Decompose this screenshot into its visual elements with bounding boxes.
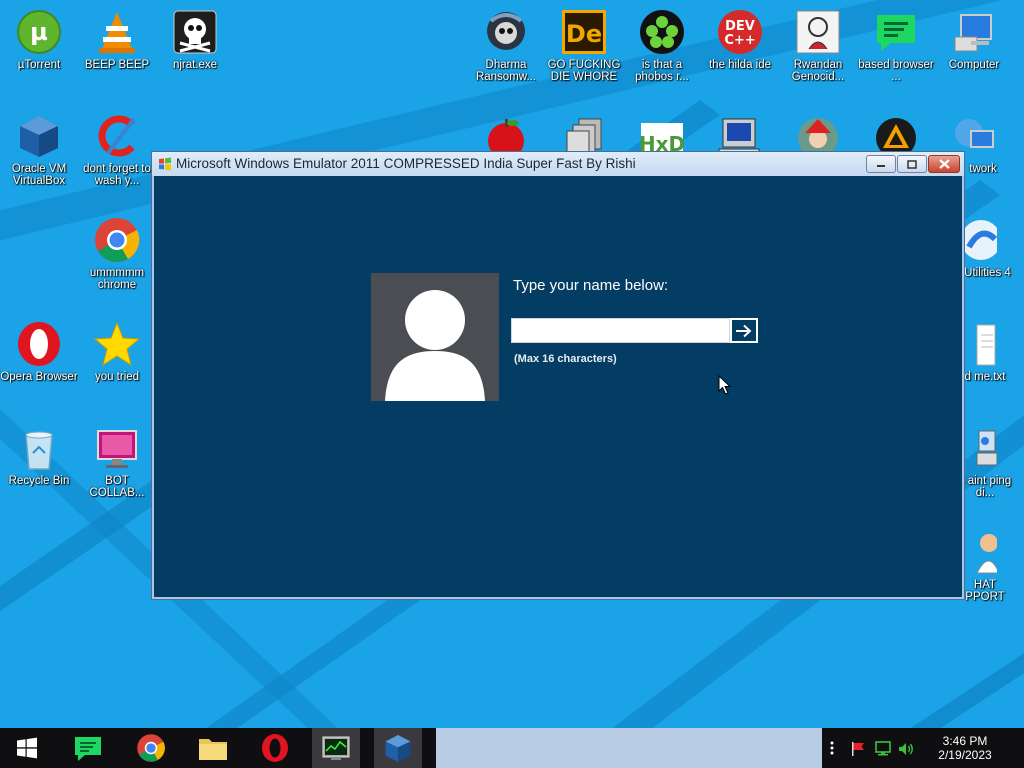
cicada-icon: [640, 10, 684, 54]
clock-date: 2/19/2023: [938, 748, 992, 762]
ccleaner-icon: [98, 115, 136, 157]
vlc-icon: [99, 12, 135, 53]
minimize-button[interactable]: [866, 155, 896, 173]
svg-text:DEV: DEV: [725, 19, 755, 34]
desktop-icon-label: GO FUCKING DIE WHORE: [547, 59, 621, 83]
utorrent-icon: µ: [17, 10, 61, 54]
desktop-icon-label: BOT COLLAB...: [89, 475, 145, 499]
desktop-icon-bot-collab[interactable]: BOT COLLAB...: [78, 418, 156, 514]
desktop-icon-label: njrat.exe: [172, 59, 218, 71]
desktop-icon-label: Oracle VM VirtualBox: [11, 163, 67, 187]
close-button[interactable]: [928, 155, 960, 173]
meme-icon: [796, 10, 840, 54]
virtualbox-icon: [385, 734, 411, 762]
desktop-icon-label: is that a phobos r...: [635, 59, 689, 83]
desktop-icon-dharma[interactable]: Dharma Ransomw...: [467, 2, 545, 98]
submit-button[interactable]: [730, 318, 758, 343]
chrome-icon: [137, 734, 165, 762]
task-manager-icon: [322, 736, 350, 760]
desktop-icon-hilda-ide[interactable]: DEV C++ the hilda ide: [701, 2, 779, 98]
desktop-icon-label: Recycle Bin: [8, 475, 70, 487]
maximize-icon: [907, 159, 917, 169]
de-app-icon: De: [562, 10, 606, 54]
arrow-right-icon: [736, 324, 752, 337]
opera-icon: [262, 734, 288, 762]
maximize-button[interactable]: [897, 155, 927, 173]
svg-text:µ: µ: [30, 18, 48, 46]
desktop-icon-utorrent[interactable]: µ µTorrent: [0, 2, 78, 98]
window-titlebar[interactable]: Microsoft Windows Emulator 2011 COMPRESS…: [152, 152, 964, 176]
devcpp-icon: DEVC++: [718, 10, 762, 54]
desktop-icon-virtualbox[interactable]: Oracle VM VirtualBox: [0, 106, 78, 202]
skull-icon: [173, 10, 217, 54]
mouse-cursor-icon: [718, 375, 732, 395]
taskbar-task-manager[interactable]: [312, 728, 360, 768]
clock-time: 3:46 PM: [942, 734, 988, 748]
minimize-icon: [877, 165, 885, 167]
system-clock[interactable]: 3:46 PM 2/19/2023: [924, 734, 1006, 762]
desktop-icon-label: Computer: [948, 59, 1000, 71]
desktop-icon-ccleaner[interactable]: dont forget to wash y...: [78, 106, 156, 202]
desktop-icon-recycle-bin[interactable]: Recycle Bin: [0, 418, 78, 514]
desktop-icon-rwandan[interactable]: Rwandan Genocid...: [779, 2, 857, 98]
start-button[interactable]: [4, 728, 50, 768]
tray-overflow-icon[interactable]: [829, 740, 835, 756]
desktop-icon-label: Dharma Ransomw...: [475, 59, 537, 83]
desktop-icon-label: the hilda ide: [708, 59, 772, 71]
desktop-icon-label: dont forget to wash y...: [83, 163, 151, 187]
windows-start-icon: [17, 737, 37, 759]
desktop-icon-chrome[interactable]: ummmmm chrome: [78, 210, 156, 306]
desktop-icon-label: BEEP BEEP: [84, 59, 150, 71]
desktop-icon-de-app[interactable]: De GO FUCKING DIE WHORE: [545, 2, 623, 98]
file-explorer-icon: [199, 739, 227, 760]
desktop-icon-computer[interactable]: Computer: [935, 2, 1013, 98]
window-title: Microsoft Windows Emulator 2011 COMPRESS…: [176, 156, 636, 171]
name-length-hint: (Max 16 characters): [514, 353, 617, 365]
network-tray-icon[interactable]: [874, 741, 892, 757]
virtualbox-icon: [20, 116, 58, 157]
ransomware-icon: [487, 12, 525, 50]
taskbar-opera[interactable]: [251, 728, 299, 768]
desktop-icon-label: you tried: [94, 371, 140, 383]
computer-icon: [954, 14, 992, 52]
windows-flag-icon: [159, 157, 171, 171]
taskbar-file-explorer[interactable]: [189, 728, 237, 768]
taskbar-spotify[interactable]: [64, 728, 112, 768]
recycle-bin-icon: [25, 431, 53, 470]
taskbar-chrome[interactable]: [127, 728, 175, 768]
desktop-icon-beep-beep[interactable]: BEEP BEEP: [78, 2, 156, 98]
desktop-icon-you-tried[interactable]: you tried: [78, 314, 156, 410]
svg-text:De: De: [566, 20, 602, 48]
action-center-flag-icon[interactable]: [850, 741, 866, 757]
desktop-icon-njrat[interactable]: njrat.exe: [156, 2, 234, 98]
name-prompt: Type your name below:: [513, 277, 669, 294]
desktop-icon-opera[interactable]: Opera Browser: [0, 314, 78, 410]
taskbar-running-window[interactable]: [436, 728, 822, 768]
desktop-icon-label: µTorrent: [17, 59, 61, 71]
chrome-icon: [95, 218, 140, 262]
bot-collab-icon: [97, 430, 137, 468]
close-icon: [938, 159, 950, 169]
desktop-icon-based-browser[interactable]: based browser ...: [857, 2, 935, 98]
name-input[interactable]: [511, 318, 730, 343]
spotify-icon: [75, 737, 101, 761]
login-screen: Type your name below: (Max 16 characters…: [154, 176, 962, 597]
spotify-green-icon: [877, 15, 915, 51]
user-avatar: [371, 273, 499, 401]
svg-text:C++: C++: [724, 33, 755, 48]
user-silhouette-icon: [371, 273, 499, 401]
volume-tray-icon[interactable]: [898, 741, 916, 757]
desktop-icon-label: Opera Browser: [0, 371, 78, 383]
desktop-icon-label: ummmmm chrome: [89, 267, 145, 291]
desktop-icon-phobos[interactable]: is that a phobos r...: [623, 2, 701, 98]
taskbar: 3:46 PM 2/19/2023: [0, 728, 1024, 768]
taskbar-virtualbox[interactable]: [374, 728, 422, 768]
opera-icon: [18, 322, 60, 366]
star-icon: [94, 321, 140, 367]
desktop-icon-label: based browser ...: [858, 59, 934, 83]
desktop-icon-label: Rwandan Genocid...: [791, 59, 845, 83]
emulator-window: Microsoft Windows Emulator 2011 COMPRESS…: [151, 151, 965, 600]
